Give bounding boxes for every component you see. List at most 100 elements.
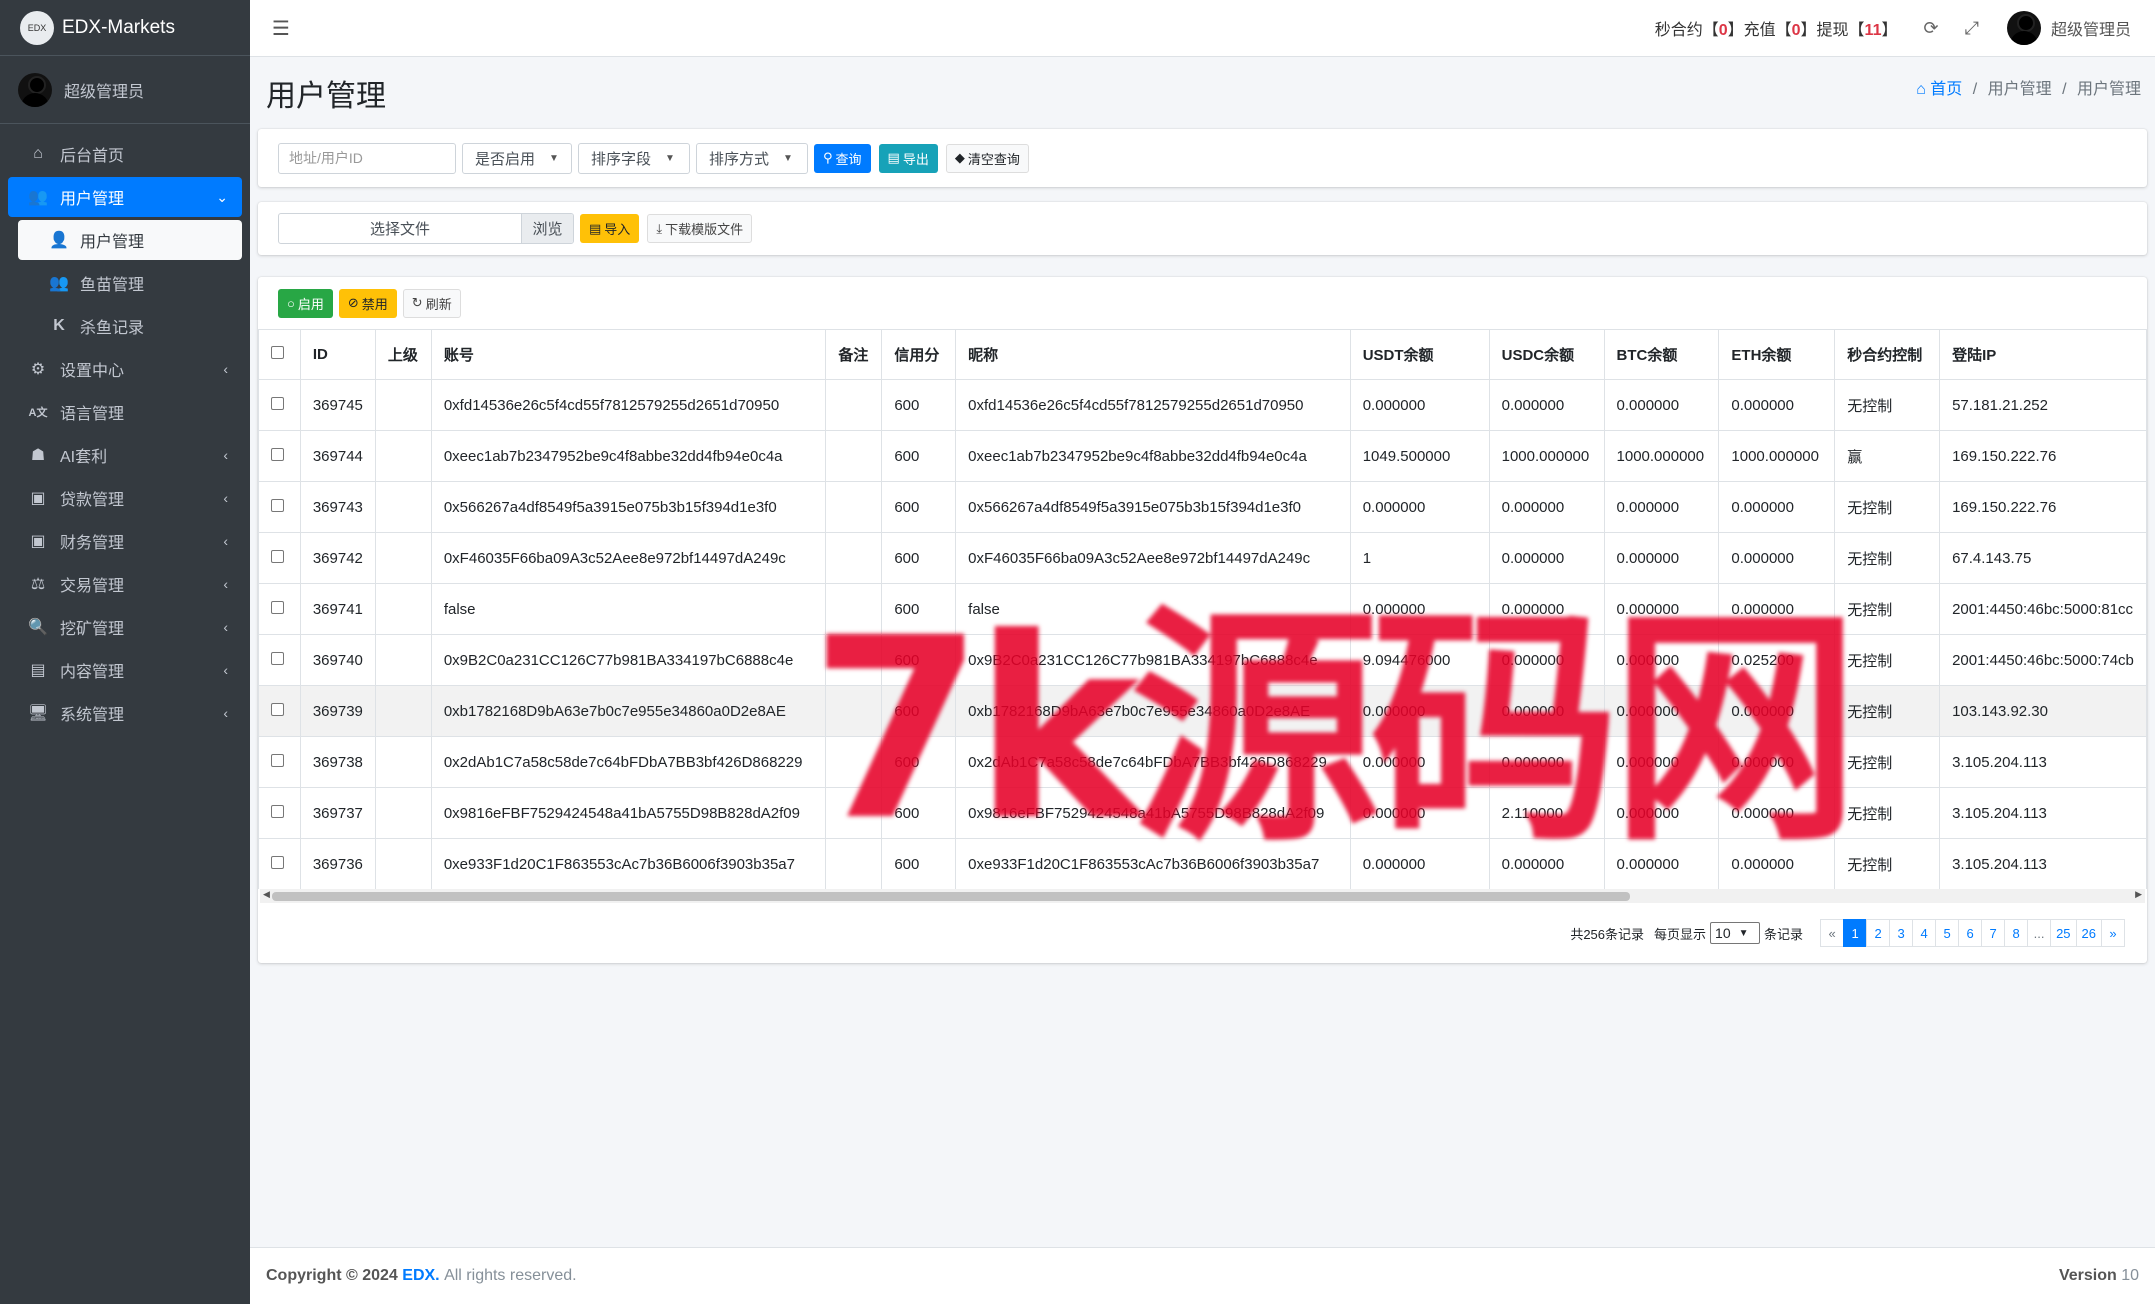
row-checkbox[interactable] [271, 855, 284, 869]
exchange-icon: ⚖ [30, 576, 46, 593]
select-all-checkbox[interactable] [271, 346, 284, 359]
fullscreen-icon[interactable]: ⤢ [1965, 18, 1979, 39]
footer-brand-link[interactable]: EDX. [402, 1267, 439, 1285]
table-cell [374, 736, 432, 788]
sidebar-item-language[interactable]: A文 语言管理 [8, 392, 242, 432]
file-input[interactable]: 选择文件 浏览 [278, 213, 574, 244]
query-button[interactable]: ⚲ 查询 [814, 143, 871, 173]
table-row[interactable]: 369743 0x566267a4df8549f5a3915e075b3b15f3… [258, 481, 2147, 533]
user-panel[interactable]: 超级管理员 [0, 56, 250, 124]
enabled-select[interactable]: 是否启用 ▼ [462, 142, 572, 174]
column-header[interactable]: 上级 [374, 329, 432, 380]
sidebar-item-mining[interactable]: 🔍 挖矿管理 ‹ [8, 607, 242, 647]
page-next[interactable]: » [2101, 919, 2125, 947]
export-button[interactable]: ▤ 导出 [878, 143, 938, 173]
row-checkbox[interactable] [271, 753, 284, 767]
column-header[interactable]: ETH余额 [1718, 329, 1836, 380]
sidebar-subitem-kill-records[interactable]: K 杀鱼记录 [18, 306, 242, 346]
scroll-left-icon[interactable]: ◀ [263, 889, 270, 900]
caret-down-icon: ▼ [783, 152, 793, 164]
row-checkbox[interactable] [271, 600, 284, 614]
sort-order-select[interactable]: 排序方式 ▼ [696, 142, 808, 174]
sidebar-item-dashboard[interactable]: ⌂ 后台首页 [8, 134, 242, 174]
column-header[interactable]: 登陆IP [1939, 329, 2147, 380]
page-prev[interactable]: « [1820, 919, 1845, 947]
row-select-cell[interactable] [258, 736, 301, 788]
sidebar-item-trading[interactable]: ⚖ 交易管理 ‹ [8, 564, 242, 604]
row-select-cell[interactable] [258, 583, 301, 635]
row-checkbox[interactable] [271, 396, 284, 410]
row-checkbox[interactable] [271, 447, 284, 461]
scrollbar-thumb[interactable] [272, 892, 1630, 901]
enable-button[interactable]: ○ 启用 [278, 288, 333, 318]
row-checkbox[interactable] [271, 651, 284, 665]
column-header[interactable]: USDT余额 [1349, 329, 1490, 380]
per-page-select[interactable]: 10 ▼ [1710, 922, 1761, 944]
page-link[interactable]: 7 [1981, 919, 2006, 947]
table-cell: 369742 [299, 532, 376, 584]
pagination-area: 共256条记录 每页显示 10 ▼ 条记录 «1 2 3 4 5 6 7 8... 25 26» [1570, 919, 2125, 947]
table-row[interactable]: 369744 0xeec1ab7b2347952be9c4f8abbe32dd4f… [258, 430, 2147, 482]
column-header[interactable]: 秒合约控制 [1834, 329, 1941, 380]
sidebar-subitem-fry-management[interactable]: 👥 鱼苗管理 [18, 263, 242, 303]
row-select-cell[interactable] [258, 481, 301, 533]
sidebar-item-loans[interactable]: ▣ 贷款管理 ‹ [8, 478, 242, 518]
row-select-cell[interactable] [258, 379, 301, 431]
sidebar-item-user-management[interactable]: 👥 用户管理 ⌄ [8, 177, 242, 217]
column-header[interactable]: 备注 [825, 329, 883, 380]
refresh-button[interactable]: ↻ 刷新 [402, 288, 461, 318]
sidebar-subitem-user-management[interactable]: 👤 用户管理 [18, 220, 242, 260]
sidebar-item-system[interactable]: 🖥 系统管理 ‹ [8, 693, 242, 733]
row-checkbox[interactable] [271, 498, 284, 512]
row-checkbox[interactable] [271, 804, 284, 818]
column-header[interactable]: ID [299, 329, 376, 380]
scroll-right-icon[interactable]: ▶ [2135, 889, 2142, 900]
page-link[interactable]: 8 [2004, 919, 2029, 947]
table-cell: 369741 [299, 583, 376, 635]
page-link[interactable]: 2 [1866, 919, 1891, 947]
row-checkbox[interactable] [271, 549, 284, 563]
column-header[interactable]: USDC余额 [1488, 329, 1605, 380]
refresh-icon[interactable]: ⟳ [1923, 18, 1938, 39]
select-all-cell[interactable] [258, 329, 301, 380]
page-link[interactable]: 26 [2075, 919, 2102, 947]
pending-stats[interactable]: 秒合约【0】充值【0】提现【11】 [1655, 16, 1898, 40]
page-link[interactable]: 5 [1935, 919, 1960, 947]
column-header[interactable]: BTC余额 [1603, 329, 1720, 380]
sidebar-item-ai-arbitrage[interactable]: ☗ AI套利 ‹ [8, 435, 242, 475]
disable-button[interactable]: ⊘ 禁用 [338, 288, 397, 318]
row-checkbox[interactable] [271, 702, 284, 716]
page-link[interactable]: 6 [1958, 919, 1983, 947]
row-select-cell[interactable] [258, 838, 301, 889]
row-select-cell[interactable] [258, 430, 301, 482]
sort-field-select[interactable]: 排序字段 ▼ [578, 142, 690, 174]
brand[interactable]: EDX EDX-Markets [0, 0, 250, 56]
search-input[interactable]: 地址/用户ID [278, 142, 456, 174]
browse-button[interactable]: 浏览 [521, 214, 573, 243]
menu-toggle-icon[interactable]: ☰ [272, 16, 290, 41]
top-user-menu[interactable]: 超级管理员 [2006, 11, 2131, 45]
download-template-button[interactable]: ⤓ 下载模版文件 [647, 214, 753, 243]
table-cell: 369738 [299, 736, 376, 788]
table-row[interactable]: 369745 0xfd14536e26c5f4cd55f7812579255d26… [258, 379, 2147, 431]
row-select-cell[interactable] [258, 532, 301, 584]
contract-count: 0 [1718, 22, 1728, 39]
sidebar-item-settings[interactable]: ⚙ 设置中心 ‹ [8, 349, 242, 389]
column-header[interactable]: 账号 [430, 329, 827, 380]
horizontal-scrollbar[interactable]: ◀ ▶ [260, 889, 2145, 903]
table-cell: 369743 [299, 481, 376, 533]
sidebar-item-finance[interactable]: ▣ 财务管理 ‹ [8, 521, 242, 561]
column-header[interactable]: 信用分 [881, 329, 957, 380]
row-select-cell[interactable] [258, 685, 301, 737]
import-button[interactable]: ▤ 导入 [580, 214, 640, 243]
sidebar-item-content[interactable]: ▤ 内容管理 ‹ [8, 650, 242, 690]
row-select-cell[interactable] [258, 787, 301, 839]
clear-query-button[interactable]: ◆ 清空查询 [945, 143, 1029, 173]
column-header[interactable]: 昵称 [955, 329, 1351, 380]
page-link[interactable]: 1 [1843, 919, 1868, 947]
row-select-cell[interactable] [258, 634, 301, 686]
page-link[interactable]: 3 [1889, 919, 1914, 947]
breadcrumb-home[interactable]: ⌂ 首页 [1916, 81, 1962, 98]
page-link[interactable]: 4 [1912, 919, 1937, 947]
page-link[interactable]: 25 [2050, 919, 2077, 947]
